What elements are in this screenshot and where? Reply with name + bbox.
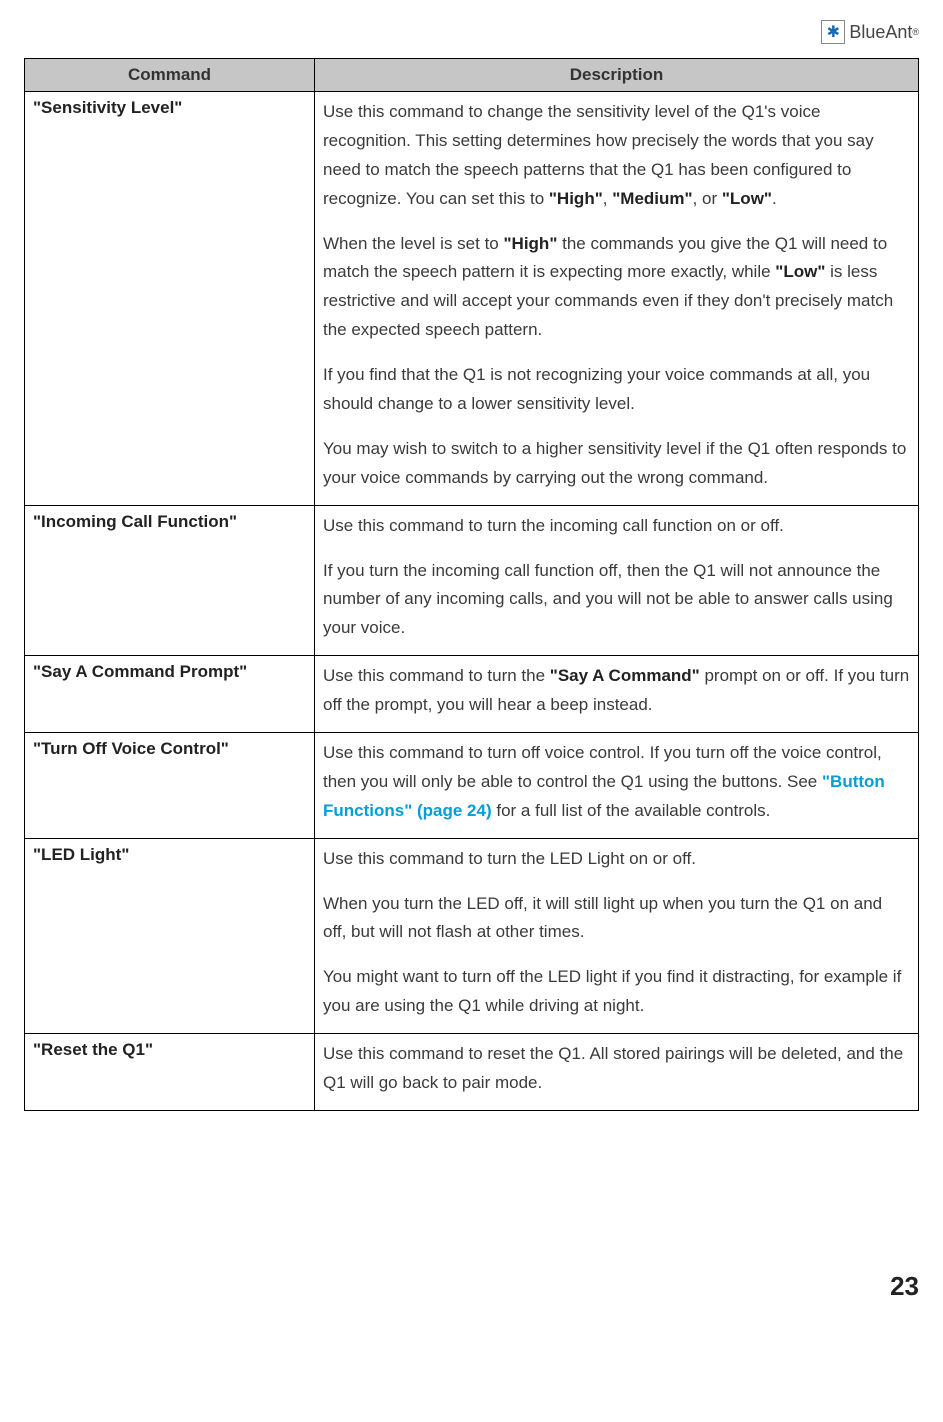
text: for a full list of the available control… [492,801,771,820]
description-cell: Use this command to turn off voice contr… [315,733,919,839]
command-cell: "Incoming Call Function" [25,505,315,656]
table-row: "Incoming Call Function" Use this comman… [25,505,919,656]
table-row: "LED Light" Use this command to turn the… [25,838,919,1033]
description-cell: Use this command to turn the incoming ca… [315,505,919,656]
table-header-row: Command Description [25,59,919,92]
header-description: Description [315,59,919,92]
text: Use this command to turn the incoming ca… [323,512,910,541]
table-row: "Turn Off Voice Control" Use this comman… [25,733,919,839]
table-row: "Say A Command Prompt" Use this command … [25,656,919,733]
command-cell: "Turn Off Voice Control" [25,733,315,839]
text: Use this command to turn the [323,666,550,685]
bold-text: "Low" [775,262,825,281]
command-cell: "Sensitivity Level" [25,92,315,506]
registered-mark: ® [912,27,919,37]
bold-text: "Say A Command" [550,666,700,685]
description-cell: Use this command to reset the Q1. All st… [315,1034,919,1111]
description-cell: Use this command to change the sensitivi… [315,92,919,506]
text: When the level is set to [323,234,503,253]
text: Use this command to turn the LED Light o… [323,845,910,874]
bold-text: "Low" [722,189,772,208]
text: , or [693,189,722,208]
description-cell: Use this command to turn the LED Light o… [315,838,919,1033]
text: If you find that the Q1 is not recognizi… [323,361,910,419]
table-row: "Reset the Q1" Use this command to reset… [25,1034,919,1111]
page-header: ✱ BlueAnt® [24,20,919,44]
text: Use this command to turn off voice contr… [323,743,882,791]
ant-icon: ✱ [821,20,845,44]
command-cell: "Say A Command Prompt" [25,656,315,733]
header-command: Command [25,59,315,92]
text: Use this command to reset the Q1. All st… [323,1040,910,1098]
brand-name: BlueAnt [849,22,912,43]
text: , [603,189,612,208]
command-cell: "LED Light" [25,838,315,1033]
text: You might want to turn off the LED light… [323,963,910,1021]
bold-text: "High" [503,234,557,253]
text: If you turn the incoming call function o… [323,557,910,644]
text: You may wish to switch to a higher sensi… [323,435,910,493]
command-cell: "Reset the Q1" [25,1034,315,1111]
table-row: "Sensitivity Level" Use this command to … [25,92,919,506]
commands-table: Command Description "Sensitivity Level" … [24,58,919,1111]
page-number: 23 [24,1271,919,1302]
bold-text: "High" [549,189,603,208]
description-cell: Use this command to turn the "Say A Comm… [315,656,919,733]
bold-text: "Medium" [612,189,692,208]
text: When you turn the LED off, it will still… [323,890,910,948]
text: . [772,189,777,208]
